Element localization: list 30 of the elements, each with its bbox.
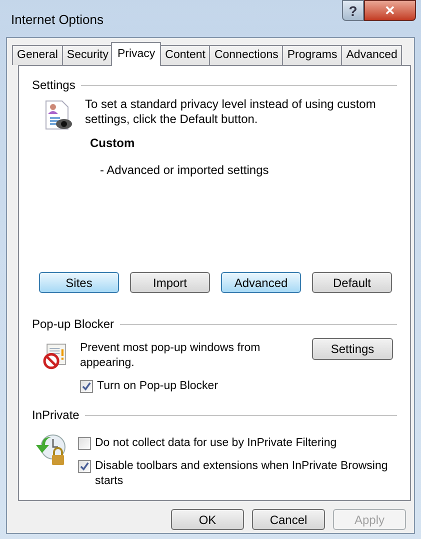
settings-button[interactable]: Settings	[312, 338, 393, 360]
privacy-level-name: Custom	[90, 135, 135, 152]
description-text: Prevent most pop-up windows from appearing.	[80, 341, 262, 371]
checkbox[interactable]	[80, 380, 93, 393]
tab[interactable]: Privacy	[111, 42, 162, 66]
tab[interactable]: Connections	[209, 45, 282, 65]
dialog-button[interactable]: Cancel	[252, 509, 325, 530]
tab[interactable]: General	[12, 45, 62, 65]
group-heading: InPrivate	[32, 407, 80, 424]
description-text: To set a standard privacy level instead of using custom settings, click the Default button.	[85, 97, 377, 127]
privacy-level-detail: - Advanced or imported settings	[100, 162, 269, 179]
group-heading: Settings	[32, 77, 76, 94]
checkbox[interactable]	[78, 460, 91, 473]
tab[interactable]: Advanced	[341, 45, 402, 65]
tab[interactable]: Security	[62, 45, 112, 65]
dialog-button[interactable]: Sites	[39, 272, 119, 293]
dialog-button[interactable]: Advanced	[221, 272, 301, 293]
checkbox[interactable]	[78, 437, 91, 450]
help-button[interactable]: ?	[342, 0, 364, 21]
tab[interactable]: Content	[160, 45, 210, 65]
group-heading: Pop-up Blocker	[32, 316, 114, 333]
tab[interactable]: Programs	[282, 45, 342, 65]
checkbox-label: Turn on Pop-up Blocker	[97, 379, 220, 394]
dialog-button[interactable]: Default	[312, 272, 392, 293]
checkbox-label: Do not collect data for use by InPrivate Filtering	[95, 436, 338, 451]
clock-lock-icon	[34, 433, 68, 467]
dialog-button[interactable]: OK	[171, 509, 244, 530]
dialog-button[interactable]: Import	[130, 272, 210, 293]
window-title: Internet Options	[11, 11, 104, 29]
checkbox-label: Disable toolbars and extensions when InPrivate Browsing starts	[95, 459, 389, 489]
